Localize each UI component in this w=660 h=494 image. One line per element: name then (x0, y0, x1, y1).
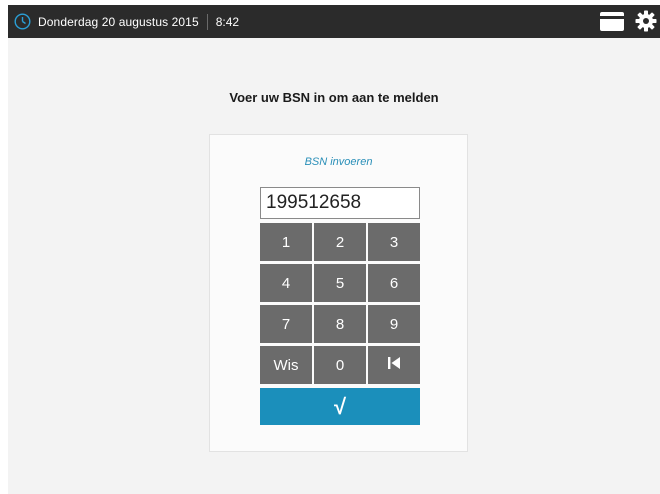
key-4[interactable]: 4 (260, 264, 312, 302)
key-8[interactable]: 8 (314, 305, 366, 343)
numeric-keypad: 1 2 3 4 5 6 7 8 9 Wis 0 (260, 223, 420, 384)
card-icon[interactable] (600, 12, 624, 31)
confirm-button[interactable]: √ (260, 388, 420, 425)
gear-icon[interactable] (635, 10, 657, 32)
current-time: 8:42 (215, 14, 240, 29)
divider (206, 13, 208, 30)
kiosk-screen: Donderdag 20 augustus 2015 8:42 Voer uw … (8, 5, 660, 494)
backspace-icon (387, 356, 401, 374)
key-5[interactable]: 5 (314, 264, 366, 302)
key-7[interactable]: 7 (260, 305, 312, 343)
key-6[interactable]: 6 (368, 264, 420, 302)
key-3[interactable]: 3 (368, 223, 420, 261)
checkmark-icon: √ (333, 393, 347, 419)
backspace-button[interactable] (368, 346, 420, 384)
key-1[interactable]: 1 (260, 223, 312, 261)
bsn-input[interactable] (260, 187, 420, 219)
top-bar: Donderdag 20 augustus 2015 8:42 (8, 5, 660, 38)
key-0[interactable]: 0 (314, 346, 366, 384)
bsn-panel: BSN invoeren 1 2 3 4 5 6 7 8 9 Wis 0 (209, 134, 468, 452)
panel-title: BSN invoeren (304, 156, 373, 168)
clear-button[interactable]: Wis (260, 346, 312, 384)
key-9[interactable]: 9 (368, 305, 420, 343)
clock-icon (14, 13, 31, 30)
current-date: Donderdag 20 augustus 2015 (38, 14, 199, 29)
login-prompt: Voer uw BSN in om aan te melden (229, 90, 439, 105)
key-2[interactable]: 2 (314, 223, 366, 261)
